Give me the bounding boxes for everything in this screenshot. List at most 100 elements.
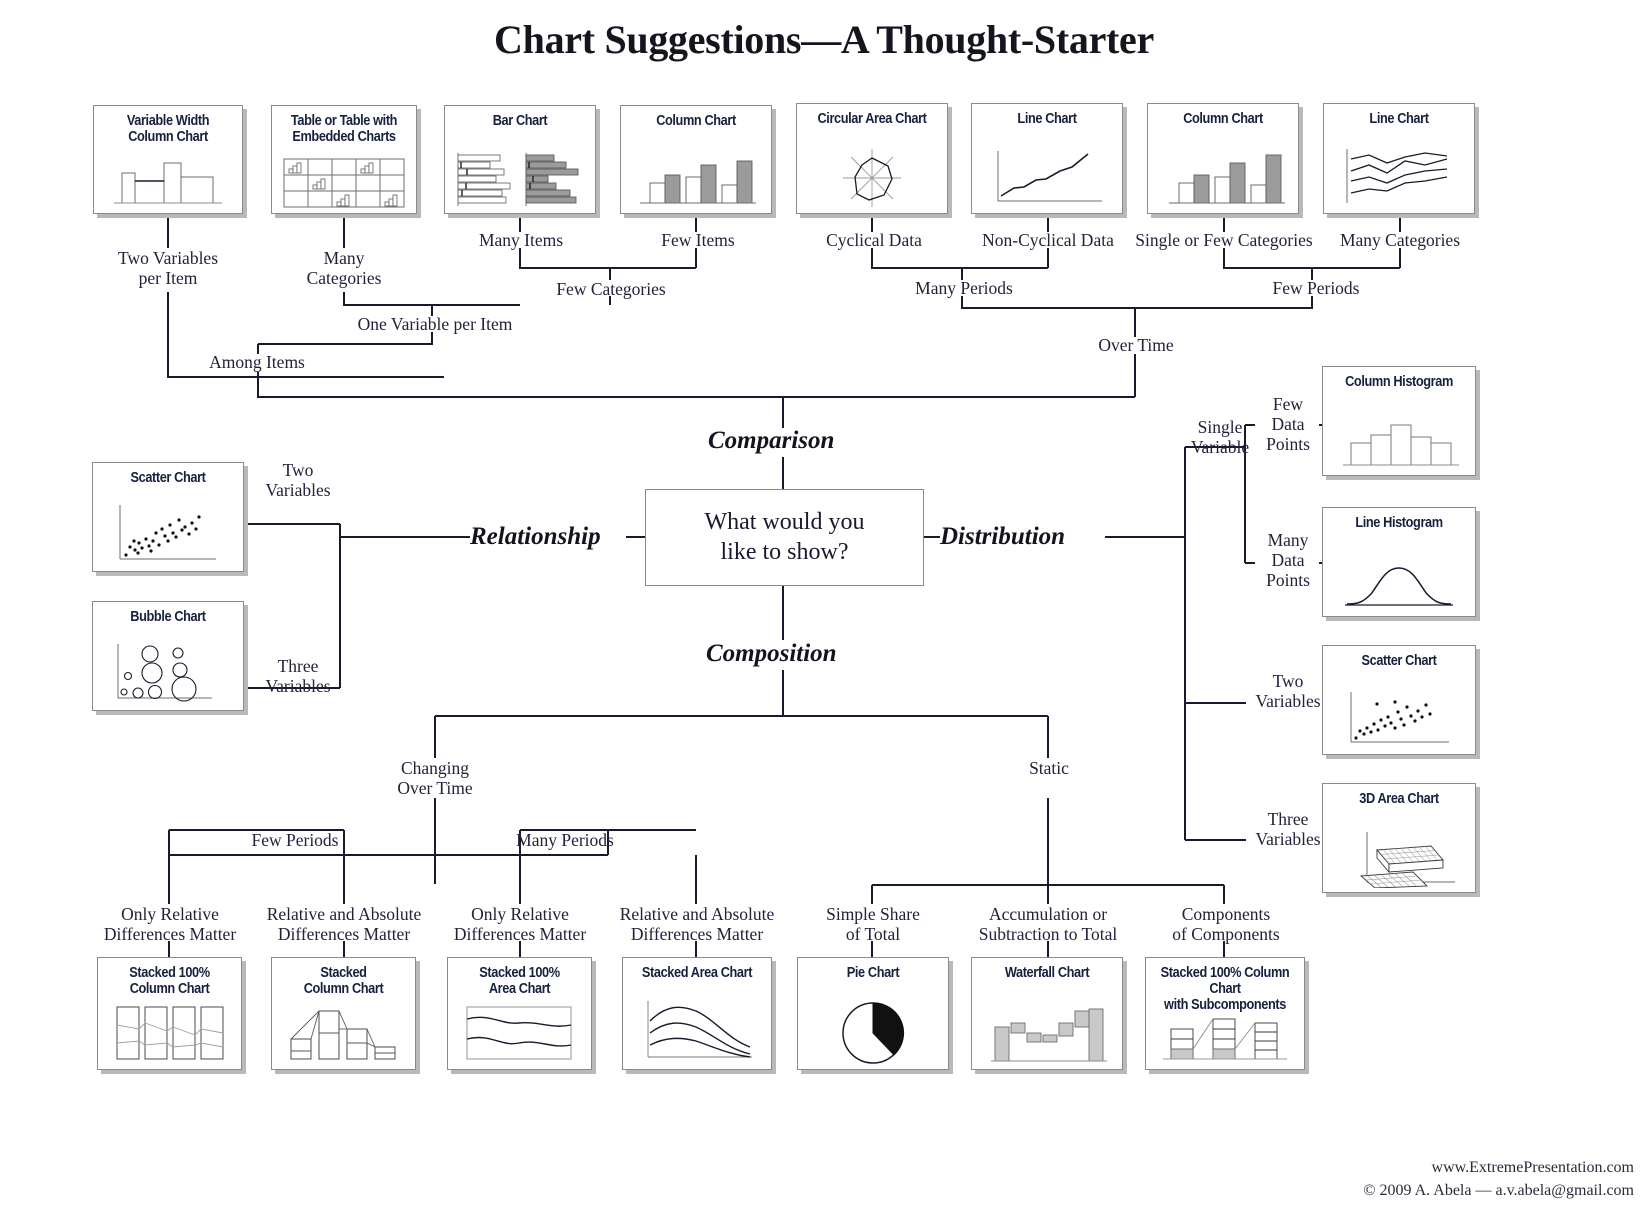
chart-card-column-chart-few-items[interactable]: Column Chart: [620, 105, 772, 214]
connector-components-of-components: Components of Components: [1172, 904, 1280, 944]
branch-label-composition: Composition: [706, 640, 837, 667]
card-title: Stacked Column Chart: [303, 965, 384, 998]
branch-label-comparison: Comparison: [708, 427, 835, 454]
card-title: Column Chart: [1183, 111, 1263, 127]
thumbnail-scatter-chart: [93, 503, 243, 567]
thumbnail-pie-chart: [798, 1001, 948, 1065]
chart-card-column-histogram[interactable]: Column Histogram: [1322, 366, 1476, 476]
chart-card-three-d-area-chart[interactable]: 3D Area Chart: [1322, 783, 1476, 893]
connector-single-variable: Single Variable: [1190, 417, 1250, 457]
chart-card-pie-chart[interactable]: Pie Chart: [797, 957, 949, 1070]
connector-few-periods-top: Few Periods: [1272, 278, 1360, 298]
thumbnail-circular-area-chart: [797, 147, 947, 209]
connector-many-items: Many Items: [478, 230, 564, 250]
connector-changing-over-time: Changing Over Time: [397, 758, 473, 798]
thumbnail-bar-chart: [445, 151, 595, 209]
card-title: Scatter Chart: [130, 470, 206, 486]
chart-card-line-histogram[interactable]: Line Histogram: [1322, 507, 1476, 617]
connector-two-variables-relationship: Two Variables: [265, 460, 331, 500]
page-title: Chart Suggestions—A Thought-Starter: [494, 17, 1154, 62]
connector-few-data-points: Few Data Points: [1266, 394, 1310, 454]
chart-card-stacked-area-chart[interactable]: Stacked Area Chart: [622, 957, 772, 1070]
chart-card-stacked-column-chart[interactable]: Stacked Column Chart: [271, 957, 416, 1070]
connector-non-cyclical-data: Non-Cyclical Data: [982, 230, 1114, 250]
card-title: Bubble Chart: [130, 609, 206, 625]
connector-cyclical-data: Cyclical Data: [826, 230, 922, 250]
connector-two-variables-distribution: Two Variables: [1255, 671, 1321, 711]
connector-over-time: Over Time: [1098, 335, 1174, 355]
connector-simple-share-of-total: Simple Share of Total: [826, 904, 920, 944]
chart-card-scatter-chart-distribution[interactable]: Scatter Chart: [1322, 645, 1476, 755]
thumbnail-3d-area-chart: [1323, 830, 1475, 888]
connector-few-periods-composition: Few Periods: [251, 830, 339, 850]
chart-card-scatter-chart-relationship[interactable]: Scatter Chart: [92, 462, 244, 572]
chart-card-circular-area-chart[interactable]: Circular Area Chart: [796, 103, 948, 214]
connector-many-periods-composition: Many Periods: [516, 830, 614, 850]
connector-few-items: Few Items: [661, 230, 735, 250]
card-title: Stacked Area Chart: [641, 965, 753, 981]
card-title: Column Histogram: [1345, 374, 1453, 390]
connector-single-or-few-categories: Single or Few Categories: [1135, 230, 1313, 250]
footer-website: www.ExtremePresentation.com: [1431, 1158, 1634, 1176]
footer-credit: www.ExtremePresentation.com © 2009 A. Ab…: [1363, 1156, 1634, 1202]
thumbnail-stacked-area: [623, 999, 771, 1065]
connector-relative-absolute-2: Relative and Absolute Differences Matter: [619, 904, 775, 944]
thumbnail-waterfall-chart: [972, 1003, 1122, 1065]
card-title: Line Chart: [1369, 111, 1429, 127]
connector-relative-absolute-1: Relative and Absolute Differences Matter: [266, 904, 422, 944]
thumbnail-scatter-chart-distribution: [1323, 690, 1475, 750]
connector-static: Static: [1029, 758, 1069, 778]
card-title: Scatter Chart: [1361, 653, 1437, 669]
connector-few-categories: Few Categories: [556, 279, 666, 299]
chart-card-column-chart-few-periods[interactable]: Column Chart: [1147, 103, 1299, 214]
thumbnail-line-histogram: [1323, 556, 1475, 612]
central-question-box[interactable]: What would you like to show?: [645, 489, 924, 586]
thumbnail-stacked-column: [272, 1003, 415, 1065]
connector-only-relative-1: Only Relative Differences Matter: [103, 904, 237, 944]
chart-card-stacked-100-subcomponents[interactable]: Stacked 100% Column Chart with Subcompon…: [1145, 957, 1305, 1070]
chart-card-line-chart-many-categories[interactable]: Line Chart: [1323, 103, 1475, 214]
connector-only-relative-2: Only Relative Differences Matter: [453, 904, 587, 944]
chart-card-variable-width-column-chart[interactable]: Variable Width Column Chart: [93, 105, 243, 214]
card-title: Column Chart: [656, 113, 736, 129]
card-title: Circular Area Chart: [817, 111, 927, 127]
chart-card-bar-chart[interactable]: Bar Chart: [444, 105, 596, 214]
card-title: Bar Chart: [492, 113, 548, 129]
thumbnail-stacked-100-column: [98, 1003, 241, 1065]
thumbnail-table-embedded-charts: [272, 157, 416, 209]
connector-many-periods-top: Many Periods: [915, 278, 1013, 298]
connector-accumulation-subtraction: Accumulation or Subtraction to Total: [978, 904, 1118, 944]
card-title: Table or Table with Embedded Charts: [290, 113, 398, 146]
connector-many-data-points: Many Data Points: [1266, 530, 1310, 590]
chart-card-waterfall-chart[interactable]: Waterfall Chart: [971, 957, 1123, 1070]
branch-label-distribution: Distribution: [940, 523, 1066, 550]
chart-card-stacked-100-area-chart[interactable]: Stacked 100% Area Chart: [447, 957, 592, 1070]
connector-among-items: Among Items: [209, 352, 305, 372]
chart-card-table-or-table-embedded[interactable]: Table or Table with Embedded Charts: [271, 105, 417, 214]
thumbnail-bubble-chart: [93, 642, 243, 706]
branch-label-relationship: Relationship: [470, 523, 601, 550]
connector-two-variables-per-item: Two Variables per Item: [117, 248, 219, 288]
connector-many-categories-line: Many Categories: [1339, 230, 1461, 250]
card-title: Line Histogram: [1355, 515, 1443, 531]
thumbnail-stacked-100-area: [448, 1005, 591, 1065]
thumbnail-stacked-100-subcomponents: [1146, 1009, 1304, 1065]
chart-card-bubble-chart[interactable]: Bubble Chart: [92, 601, 244, 711]
card-title: Variable Width Column Chart: [126, 113, 210, 146]
thumbnail-line-chart: [972, 147, 1122, 209]
thumbnail-variable-width-column: [94, 155, 242, 209]
thumbnail-column-histogram: [1323, 415, 1475, 471]
card-title: Waterfall Chart: [1004, 965, 1090, 981]
footer-copyright: © 2009 A. Abela — a.v.abela@gmail.com: [1363, 1181, 1634, 1199]
connector-three-variables-distribution: Three Variables: [1255, 809, 1321, 849]
connector-three-variables-relationship: Three Variables: [265, 656, 331, 696]
hub-question: What would you like to show?: [704, 509, 865, 565]
thumbnail-column-chart: [621, 153, 771, 209]
chart-card-stacked-100-column-chart[interactable]: Stacked 100% Column Chart: [97, 957, 242, 1070]
connector-many-categories: Many Categories: [306, 248, 382, 288]
card-title: Pie Chart: [846, 965, 900, 981]
card-title: Line Chart: [1017, 111, 1077, 127]
connector-one-variable-per-item: One Variable per Item: [357, 314, 513, 334]
thumbnail-multi-line-chart: [1324, 147, 1474, 209]
chart-card-line-chart-noncyclical[interactable]: Line Chart: [971, 103, 1123, 214]
